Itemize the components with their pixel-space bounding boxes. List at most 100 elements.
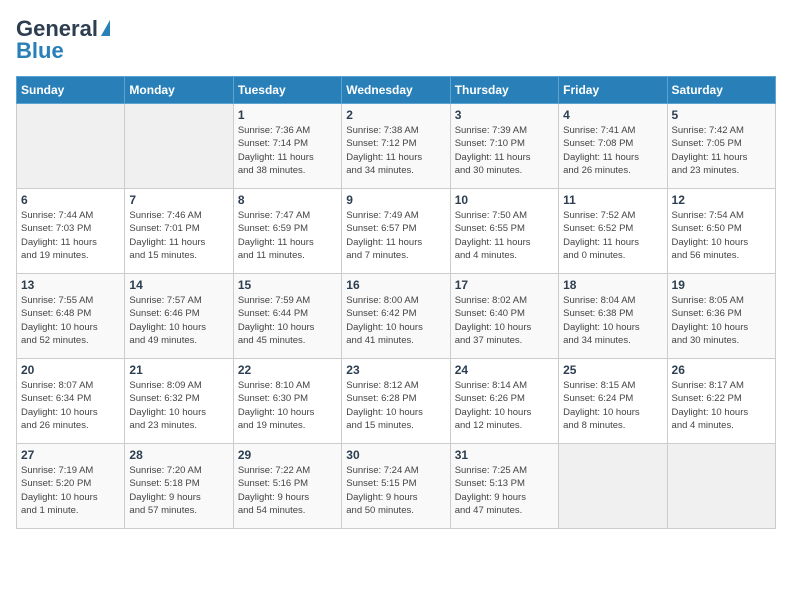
day-info: Sunrise: 8:17 AMSunset: 6:22 PMDaylight:… (672, 379, 771, 432)
day-info: Sunrise: 7:20 AMSunset: 5:18 PMDaylight:… (129, 464, 228, 517)
day-info: Sunrise: 7:54 AMSunset: 6:50 PMDaylight:… (672, 209, 771, 262)
day-number: 26 (672, 363, 771, 377)
calendar-cell: 13 Sunrise: 7:55 AMSunset: 6:48 PMDayligh… (17, 274, 125, 359)
calendar-week-row: 20Sunrise: 8:07 AMSunset: 6:34 PMDayligh… (17, 359, 776, 444)
day-number: 12 (672, 193, 771, 207)
day-number: 1 (238, 108, 337, 122)
day-number: 8 (238, 193, 337, 207)
day-info: Sunrise: 7:59 AMSunset: 6:44 PMDaylight:… (238, 294, 337, 347)
calendar-cell: 4Sunrise: 7:41 AMSunset: 7:08 PMDaylight… (559, 104, 667, 189)
day-info: Sunrise: 8:02 AMSunset: 6:40 PMDaylight:… (455, 294, 554, 347)
calendar-cell (17, 104, 125, 189)
day-info: Sunrise: 8:00 AMSunset: 6:42 PMDaylight:… (346, 294, 445, 347)
calendar-cell: 31 Sunrise: 7:25 AMSunset: 5:13 PMDayligh… (450, 444, 558, 529)
day-info: Sunrise: 7:39 AMSunset: 7:10 PMDaylight:… (455, 124, 554, 177)
day-info: Sunrise: 7:52 AMSunset: 6:52 PMDaylight:… (563, 209, 662, 262)
day-number: 9 (346, 193, 445, 207)
day-info: Sunrise: 7:22 AMSunset: 5:16 PMDaylight:… (238, 464, 337, 517)
day-info: Sunrise: 8:14 AMSunset: 6:26 PMDaylight:… (455, 379, 554, 432)
day-number: 31 (455, 448, 554, 462)
calendar-cell: 15 Sunrise: 7:59 AMSunset: 6:44 PMDayligh… (233, 274, 341, 359)
day-number: 6 (21, 193, 120, 207)
calendar-cell: 25 Sunrise: 8:15 AMSunset: 6:24 PMDayligh… (559, 359, 667, 444)
calendar-cell: 16 Sunrise: 8:00 AMSunset: 6:42 PMDayligh… (342, 274, 450, 359)
day-number: 21 (129, 363, 228, 377)
calendar-cell: 6 Sunrise: 7:44 AMSunset: 7:03 PMDaylight… (17, 189, 125, 274)
weekday-header-friday: Friday (559, 77, 667, 104)
weekday-header-monday: Monday (125, 77, 233, 104)
calendar-cell: 22 Sunrise: 8:10 AMSunset: 6:30 PMDayligh… (233, 359, 341, 444)
page-header: General Blue (16, 16, 776, 64)
day-number: 28 (129, 448, 228, 462)
day-number: 16 (346, 278, 445, 292)
day-number: 24 (455, 363, 554, 377)
day-info: Sunrise: 7:44 AMSunset: 7:03 PMDaylight:… (21, 209, 120, 262)
day-info: Sunrise: 7:41 AMSunset: 7:08 PMDaylight:… (563, 124, 662, 177)
calendar-cell: 12 Sunrise: 7:54 AMSunset: 6:50 PMDayligh… (667, 189, 775, 274)
day-info: Sunrise: 8:09 AMSunset: 6:32 PMDaylight:… (129, 379, 228, 432)
calendar-cell: 26 Sunrise: 8:17 AMSunset: 6:22 PMDayligh… (667, 359, 775, 444)
calendar-cell: 28 Sunrise: 7:20 AMSunset: 5:18 PMDayligh… (125, 444, 233, 529)
day-info: Sunrise: 8:15 AMSunset: 6:24 PMDaylight:… (563, 379, 662, 432)
calendar-week-row: 27Sunrise: 7:19 AMSunset: 5:20 PMDayligh… (17, 444, 776, 529)
calendar-cell: 14 Sunrise: 7:57 AMSunset: 6:46 PMDayligh… (125, 274, 233, 359)
calendar-cell (125, 104, 233, 189)
logo-blue: Blue (16, 38, 64, 64)
day-info: Sunrise: 7:47 AMSunset: 6:59 PMDaylight:… (238, 209, 337, 262)
calendar-cell: 17 Sunrise: 8:02 AMSunset: 6:40 PMDayligh… (450, 274, 558, 359)
day-info: Sunrise: 7:42 AMSunset: 7:05 PMDaylight:… (672, 124, 771, 177)
weekday-header-row: SundayMondayTuesdayWednesdayThursdayFrid… (17, 77, 776, 104)
day-info: Sunrise: 7:25 AMSunset: 5:13 PMDaylight:… (455, 464, 554, 517)
day-number: 11 (563, 193, 662, 207)
day-info: Sunrise: 7:57 AMSunset: 6:46 PMDaylight:… (129, 294, 228, 347)
day-info: Sunrise: 7:36 AMSunset: 7:14 PMDaylight:… (238, 124, 337, 177)
day-info: Sunrise: 7:49 AMSunset: 6:57 PMDaylight:… (346, 209, 445, 262)
day-info: Sunrise: 7:24 AMSunset: 5:15 PMDaylight:… (346, 464, 445, 517)
weekday-header-sunday: Sunday (17, 77, 125, 104)
day-info: Sunrise: 7:38 AMSunset: 7:12 PMDaylight:… (346, 124, 445, 177)
calendar-cell: 9 Sunrise: 7:49 AMSunset: 6:57 PMDaylight… (342, 189, 450, 274)
calendar-cell (559, 444, 667, 529)
day-number: 27 (21, 448, 120, 462)
day-number: 7 (129, 193, 228, 207)
day-number: 25 (563, 363, 662, 377)
day-number: 13 (21, 278, 120, 292)
logo-triangle-icon (101, 20, 110, 36)
weekday-header-tuesday: Tuesday (233, 77, 341, 104)
day-info: Sunrise: 7:55 AMSunset: 6:48 PMDaylight:… (21, 294, 120, 347)
day-number: 10 (455, 193, 554, 207)
calendar-cell: 27Sunrise: 7:19 AMSunset: 5:20 PMDayligh… (17, 444, 125, 529)
day-number: 5 (672, 108, 771, 122)
logo: General Blue (16, 16, 110, 64)
calendar-cell: 19 Sunrise: 8:05 AMSunset: 6:36 PMDayligh… (667, 274, 775, 359)
day-info: Sunrise: 8:12 AMSunset: 6:28 PMDaylight:… (346, 379, 445, 432)
calendar-cell: 7Sunrise: 7:46 AMSunset: 7:01 PMDaylight… (125, 189, 233, 274)
day-info: Sunrise: 8:10 AMSunset: 6:30 PMDaylight:… (238, 379, 337, 432)
calendar-week-row: 6 Sunrise: 7:44 AMSunset: 7:03 PMDaylight… (17, 189, 776, 274)
day-number: 17 (455, 278, 554, 292)
day-info: Sunrise: 8:05 AMSunset: 6:36 PMDaylight:… (672, 294, 771, 347)
day-number: 22 (238, 363, 337, 377)
weekday-header-wednesday: Wednesday (342, 77, 450, 104)
calendar-cell: 2Sunrise: 7:38 AMSunset: 7:12 PMDaylight… (342, 104, 450, 189)
day-number: 29 (238, 448, 337, 462)
day-number: 3 (455, 108, 554, 122)
calendar-cell: 30Sunrise: 7:24 AMSunset: 5:15 PMDayligh… (342, 444, 450, 529)
calendar-week-row: 1 Sunrise: 7:36 AMSunset: 7:14 PMDaylight… (17, 104, 776, 189)
day-number: 14 (129, 278, 228, 292)
day-number: 18 (563, 278, 662, 292)
calendar-cell: 24 Sunrise: 8:14 AMSunset: 6:26 PMDayligh… (450, 359, 558, 444)
day-number: 15 (238, 278, 337, 292)
calendar-cell: 5 Sunrise: 7:42 AMSunset: 7:05 PMDaylight… (667, 104, 775, 189)
weekday-header-thursday: Thursday (450, 77, 558, 104)
day-info: Sunrise: 8:04 AMSunset: 6:38 PMDaylight:… (563, 294, 662, 347)
calendar-cell: 10Sunrise: 7:50 AMSunset: 6:55 PMDayligh… (450, 189, 558, 274)
day-number: 19 (672, 278, 771, 292)
calendar-cell: 29 Sunrise: 7:22 AMSunset: 5:16 PMDayligh… (233, 444, 341, 529)
calendar-cell: 8 Sunrise: 7:47 AMSunset: 6:59 PMDaylight… (233, 189, 341, 274)
day-info: Sunrise: 8:07 AMSunset: 6:34 PMDaylight:… (21, 379, 120, 432)
calendar-cell: 1 Sunrise: 7:36 AMSunset: 7:14 PMDaylight… (233, 104, 341, 189)
calendar-cell: 11 Sunrise: 7:52 AMSunset: 6:52 PMDayligh… (559, 189, 667, 274)
calendar-cell: 18 Sunrise: 8:04 AMSunset: 6:38 PMDayligh… (559, 274, 667, 359)
calendar-cell (667, 444, 775, 529)
